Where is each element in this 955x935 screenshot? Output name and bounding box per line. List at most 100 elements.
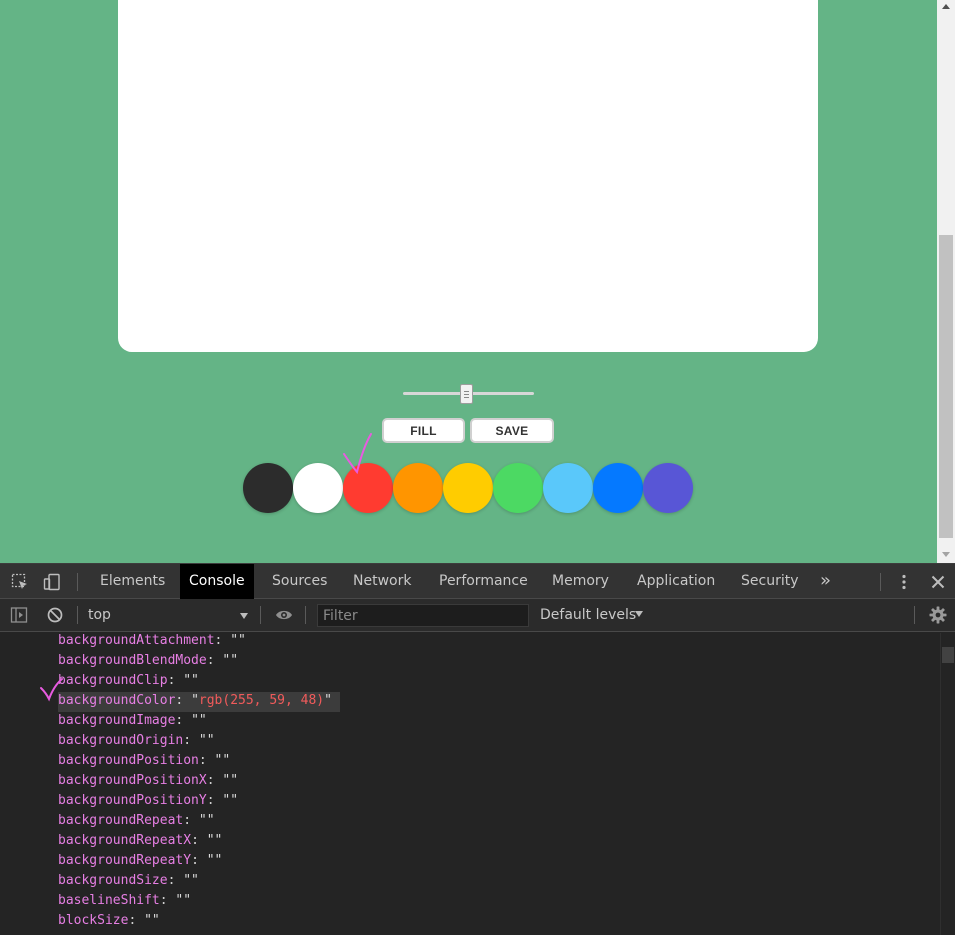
console-property-line: backgroundColor: "rgb(255, 59, 48)" [58, 692, 340, 712]
tab-network[interactable]: Network [344, 564, 420, 599]
page-viewport: FILL SAVE [0, 0, 955, 563]
gear-icon[interactable] [929, 606, 947, 624]
console-output[interactable]: backgroundAttachment: "" backgroundBlendM… [0, 633, 940, 935]
color-swatch-white[interactable] [293, 463, 343, 513]
log-levels-select[interactable]: Default levels [540, 607, 636, 623]
chevron-down-icon[interactable] [240, 613, 248, 619]
tab-performance[interactable]: Performance [430, 564, 537, 599]
devtools-tabbar: Elements Console Sources Network Performance… [0, 564, 955, 599]
page-vertical-scrollbar[interactable] [937, 0, 955, 563]
color-swatch-blue[interactable] [593, 463, 643, 513]
property-value: "" [230, 633, 246, 648]
property-value: "" [144, 913, 160, 928]
console-property-line: backgroundSize: "" [58, 873, 199, 888]
color-swatch-yellow[interactable] [443, 463, 493, 513]
property-key: blockSize [58, 913, 129, 928]
property-key: backgroundBlendMode [58, 653, 207, 668]
tab-console[interactable]: Console [180, 564, 254, 599]
property-value: "" [183, 873, 199, 888]
console-sidebar-icon[interactable] [10, 606, 28, 624]
drawing-canvas[interactable] [118, 0, 818, 352]
filter-input[interactable] [317, 604, 529, 627]
console-property-line: backgroundImage: "" [58, 713, 207, 728]
console-property-line: baselineShift: "" [58, 893, 192, 908]
color-swatch-purple[interactable] [643, 463, 693, 513]
tab-security[interactable]: Security [732, 564, 808, 599]
toolbar-divider [914, 606, 915, 624]
property-key: backgroundAttachment [58, 633, 215, 648]
console-property-line: backgroundRepeat: "" [58, 813, 215, 828]
save-button[interactable]: SAVE [470, 418, 554, 443]
kebab-menu-icon[interactable] [895, 573, 913, 591]
property-key: backgroundColor [58, 693, 176, 708]
console-toolbar: top Default levels [0, 599, 955, 632]
console-property-line: backgroundPositionX: "" [58, 773, 239, 788]
brush-size-slider[interactable] [403, 384, 534, 404]
console-property-line: backgroundRepeatX: "" [58, 833, 223, 848]
checkmark-annotation-icon [40, 678, 63, 702]
tab-elements[interactable]: Elements [91, 564, 174, 599]
toolbar-divider [260, 606, 261, 624]
property-key: backgroundRepeatY [58, 853, 192, 868]
scroll-up-icon[interactable] [942, 4, 950, 9]
toolbar-divider [77, 573, 78, 591]
chevron-down-icon[interactable] [635, 611, 643, 617]
live-expression-eye-icon[interactable] [275, 606, 293, 624]
property-value: "" [222, 793, 239, 808]
console-property-line: backgroundPositionY: "" [58, 793, 239, 808]
property-value: "" [183, 673, 199, 688]
toolbar-divider [305, 606, 306, 624]
close-icon[interactable] [929, 573, 947, 591]
tab-memory[interactable]: Memory [543, 564, 618, 599]
slider-thumb[interactable] [460, 384, 473, 404]
property-key: backgroundOrigin [58, 733, 184, 748]
inspect-element-icon[interactable] [11, 573, 29, 591]
toolbar-divider [880, 573, 881, 591]
console-property-line: blockSize: "" [58, 913, 160, 928]
more-tabs-button[interactable]: » [811, 564, 840, 599]
color-swatch-orange[interactable] [393, 463, 443, 513]
scrollbar-thumb[interactable] [939, 235, 953, 538]
color-swatch-sky-blue[interactable] [543, 463, 593, 513]
devtools-panel: Elements Console Sources Network Performance… [0, 563, 955, 935]
console-property-line: backgroundBlendMode: "" [58, 653, 239, 668]
console-property-line: backgroundRepeatY: "" [58, 853, 223, 868]
color-swatch-black[interactable] [243, 463, 293, 513]
property-value: "" [214, 753, 231, 768]
property-value: "" [206, 853, 223, 868]
property-value: rgb(255, 59, 48) [198, 693, 325, 708]
property-key: backgroundRepeat [58, 813, 184, 828]
property-value: "" [175, 893, 192, 908]
console-property-line: backgroundAttachment: "" [58, 633, 246, 648]
fill-button[interactable]: FILL [382, 418, 465, 443]
property-value: "" [198, 813, 215, 828]
property-key: backgroundSize [58, 873, 168, 888]
property-key: backgroundPosition [58, 753, 199, 768]
color-swatch-green[interactable] [493, 463, 543, 513]
scrollbar-thumb[interactable] [942, 647, 954, 663]
color-palette [243, 463, 693, 513]
property-value: "" [206, 833, 223, 848]
property-key: backgroundPositionX [58, 773, 207, 788]
device-toolbar-icon[interactable] [43, 573, 61, 591]
console-property-line: backgroundClip: "" [58, 673, 199, 688]
property-value: "" [198, 733, 215, 748]
console-property-line: backgroundOrigin: "" [58, 733, 215, 748]
property-value: "" [222, 653, 239, 668]
console-property-line: backgroundPosition: "" [58, 753, 231, 768]
console-scrollbar[interactable] [940, 633, 955, 935]
tab-application[interactable]: Application [628, 564, 724, 599]
clear-console-icon[interactable] [46, 606, 64, 624]
tab-sources[interactable]: Sources [263, 564, 336, 599]
checkmark-annotation-icon [343, 433, 372, 475]
property-key: backgroundImage [58, 713, 176, 728]
property-key: backgroundClip [58, 673, 168, 688]
context-select[interactable]: top [88, 607, 111, 623]
property-key: baselineShift [58, 893, 160, 908]
scroll-down-icon[interactable] [942, 552, 950, 557]
property-key: backgroundPositionY [58, 793, 207, 808]
property-value: "" [191, 713, 207, 728]
property-key: backgroundRepeatX [58, 833, 192, 848]
toolbar-divider [77, 606, 78, 624]
property-value: "" [222, 773, 239, 788]
